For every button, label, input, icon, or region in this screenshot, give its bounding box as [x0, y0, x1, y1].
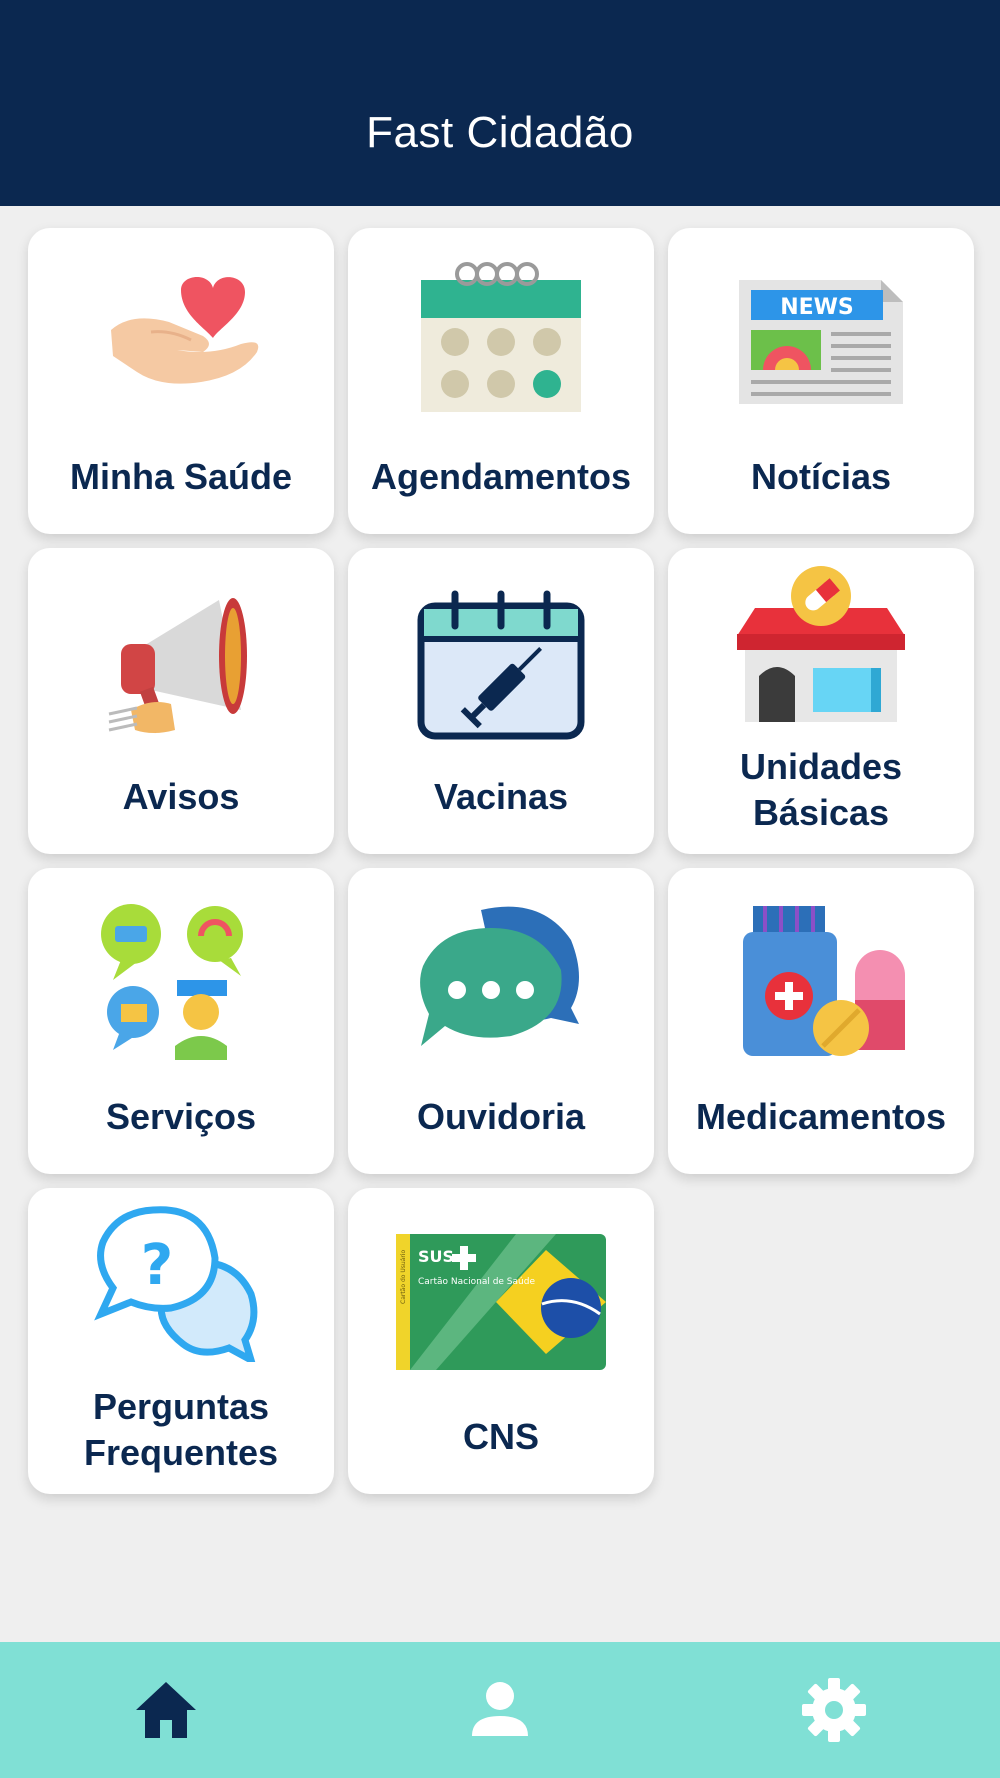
menu-card-minha-saude[interactable]: Minha Saúde: [28, 228, 334, 534]
menu-card-agendamentos[interactable]: Agendamentos: [348, 228, 654, 534]
menu-card-perguntas-frequentes[interactable]: ? Perguntas Frequentes: [28, 1188, 334, 1494]
menu-card-avisos[interactable]: Avisos: [28, 548, 334, 854]
vaccine-calendar-icon: [411, 580, 591, 740]
menu-card-label: Vacinas: [433, 776, 569, 817]
menu-card-label: Medicamentos: [695, 1096, 947, 1137]
faq-icon: ?: [91, 1202, 271, 1362]
menu-card-ouvidoria[interactable]: Ouvidoria: [348, 868, 654, 1174]
menu-card-label: Ouvidoria: [416, 1096, 586, 1137]
menu-card-label: Minha Saúde: [69, 456, 293, 497]
svg-text:Cartão do Usuário: Cartão do Usuário: [400, 1250, 407, 1304]
chat-bubbles-icon: [411, 900, 591, 1060]
gear-icon: [802, 1678, 866, 1742]
menu-card-label: Unidades Básicas: [739, 746, 903, 833]
nav-settings-button[interactable]: [798, 1674, 870, 1746]
svg-text:Cartão Nacional de Saúde: Cartão Nacional de Saúde: [418, 1277, 535, 1287]
app-title: Fast Cidadão: [366, 108, 634, 157]
menu-card-noticias[interactable]: NEWS Notícias: [668, 228, 974, 534]
medicine-icon: [731, 900, 911, 1060]
menu-card-vacinas[interactable]: Vacinas: [348, 548, 654, 854]
heart-hand-icon: [91, 260, 271, 420]
home-icon: [136, 1682, 196, 1738]
calendar-icon: [411, 260, 591, 420]
menu-card-medicamentos[interactable]: Medicamentos: [668, 868, 974, 1174]
menu-card-servicos[interactable]: Serviços: [28, 868, 334, 1174]
menu-card-label: CNS: [462, 1416, 539, 1457]
bottom-navigation: [0, 1642, 1000, 1778]
menu-card-label: Perguntas Frequentes: [83, 1386, 279, 1473]
support-services-icon: [91, 900, 271, 1060]
nav-home-button[interactable]: [130, 1674, 202, 1746]
menu-card-unidades-basicas[interactable]: Unidades Básicas: [668, 548, 974, 854]
menu-card-label: Avisos: [122, 776, 240, 817]
svg-text:SUS: SUS: [418, 1247, 454, 1266]
app-header: Fast Cidadão: [0, 0, 1000, 206]
menu-card-label: Notícias: [750, 456, 892, 497]
svg-text:NEWS: NEWS: [780, 295, 854, 320]
newspaper-icon: NEWS: [731, 260, 911, 420]
menu-card-label: Serviços: [105, 1096, 257, 1137]
svg-text:?: ?: [141, 1233, 173, 1298]
megaphone-icon: [91, 580, 271, 740]
person-icon: [472, 1682, 528, 1736]
menu-card-label: Agendamentos: [370, 456, 632, 497]
sus-card-icon: SUS Cartão Nacional de Saúde Cartão do U…: [396, 1234, 606, 1394]
menu-card-cns[interactable]: SUS Cartão Nacional de Saúde Cartão do U…: [348, 1188, 654, 1494]
nav-profile-button[interactable]: [464, 1674, 536, 1746]
health-unit-building-icon: [731, 566, 911, 726]
